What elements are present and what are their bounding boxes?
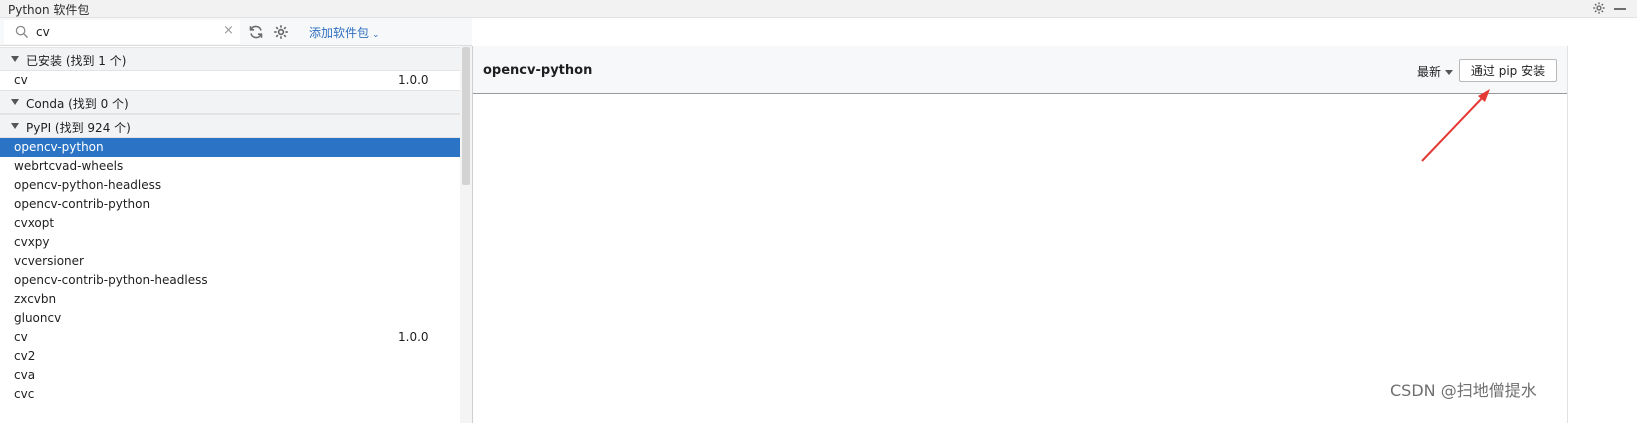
list-item[interactable]: opencv-python-headless (0, 176, 460, 195)
package-title: opencv-python (483, 63, 593, 78)
list-item[interactable]: cvxopt (0, 214, 460, 233)
package-version: 1.0.0 (398, 73, 429, 87)
package-name: opencv-contrib-python-headless (14, 273, 208, 287)
toolbar: × 添加软件包⌄ (0, 18, 472, 46)
group-label: Conda (找到 0 个) (26, 97, 129, 111)
version-dropdown-label: 最新 (1417, 65, 1442, 79)
group-header-installed[interactable]: 已安装 (找到 1 个) (0, 47, 460, 71)
group-header-conda[interactable]: Conda (找到 0 个) (0, 90, 460, 114)
search-icon (15, 25, 29, 39)
package-name: zxcvbn (14, 292, 57, 306)
package-name: cvc (14, 387, 35, 401)
list-item[interactable]: opencv-contrib-python (0, 195, 460, 214)
group-header-pypi[interactable]: PyPI (找到 924 个) (0, 114, 460, 138)
panel-border (1567, 46, 1568, 423)
package-name: opencv-python (14, 140, 104, 154)
package-name: cva (14, 368, 36, 382)
refresh-icon[interactable] (248, 24, 264, 40)
install-via-pip-button[interactable]: 通过 pip 安装 (1459, 59, 1557, 82)
package-name: cv (14, 73, 28, 87)
package-name: opencv-python-headless (14, 178, 162, 192)
list-item[interactable]: cv 1.0.0 (0, 71, 460, 90)
package-name: cv2 (14, 349, 36, 363)
annotation-arrow (1421, 89, 1490, 162)
chevron-down-icon: ⌄ (372, 30, 380, 40)
watermark-text: CSDN @扫地僧提水 (1390, 381, 1537, 400)
collapse-triangle-icon (11, 99, 19, 105)
package-name: cv (14, 330, 28, 344)
clear-icon[interactable]: × (223, 23, 234, 38)
list-item[interactable]: opencv-contrib-python-headless (0, 271, 460, 290)
list-item[interactable]: cvxpy (0, 233, 460, 252)
dropdown-triangle-icon (1445, 70, 1454, 75)
minimize-icon[interactable] (1614, 8, 1626, 10)
add-package-button[interactable]: 添加软件包 ⌄ (309, 24, 380, 41)
package-name: vcversioner (14, 254, 84, 268)
package-name: cvxopt (14, 216, 55, 230)
version-dropdown[interactable]: 最新 (1417, 63, 1454, 80)
package-version: 1.0.0 (398, 330, 429, 344)
search-input[interactable] (36, 23, 216, 41)
window-titlebar: Python 软件包 (0, 0, 1637, 18)
package-name: cvxpy (14, 235, 50, 249)
list-item[interactable]: cv2 (0, 347, 460, 366)
collapse-triangle-icon (11, 56, 19, 62)
package-details-header: opencv-python 最新 通过 pip 安装 (473, 46, 1567, 94)
gear-icon[interactable] (273, 24, 289, 40)
collapse-triangle-icon (11, 123, 19, 129)
group-label: PyPI (找到 924 个) (26, 121, 131, 135)
list-item[interactable]: gluoncv (0, 309, 460, 328)
list-item[interactable]: cva (0, 366, 460, 385)
list-item[interactable]: cv 1.0.0 (0, 328, 460, 347)
list-item[interactable]: webrtcvad-wheels (0, 157, 460, 176)
gear-icon[interactable] (1592, 1, 1606, 15)
list-item[interactable]: vcversioner (0, 252, 460, 271)
scrollbar-thumb[interactable] (462, 47, 470, 185)
package-details-body (473, 95, 1567, 423)
package-name: gluoncv (14, 311, 62, 325)
package-list-panel: 已安装 (找到 1 个) cv 1.0.0 Conda (找到 0 个) PyP… (0, 46, 460, 423)
window-title: Python 软件包 (8, 3, 90, 17)
package-name: webrtcvad-wheels (14, 159, 124, 173)
list-item[interactable]: cvc (0, 385, 460, 404)
search-box: × (4, 20, 240, 44)
list-item[interactable]: zxcvbn (0, 290, 460, 309)
list-item-selected[interactable]: opencv-python (0, 138, 460, 157)
group-label: 已安装 (找到 1 个) (26, 54, 127, 68)
add-package-label: 添加软件包 (309, 26, 370, 40)
package-name: opencv-contrib-python (14, 197, 151, 211)
